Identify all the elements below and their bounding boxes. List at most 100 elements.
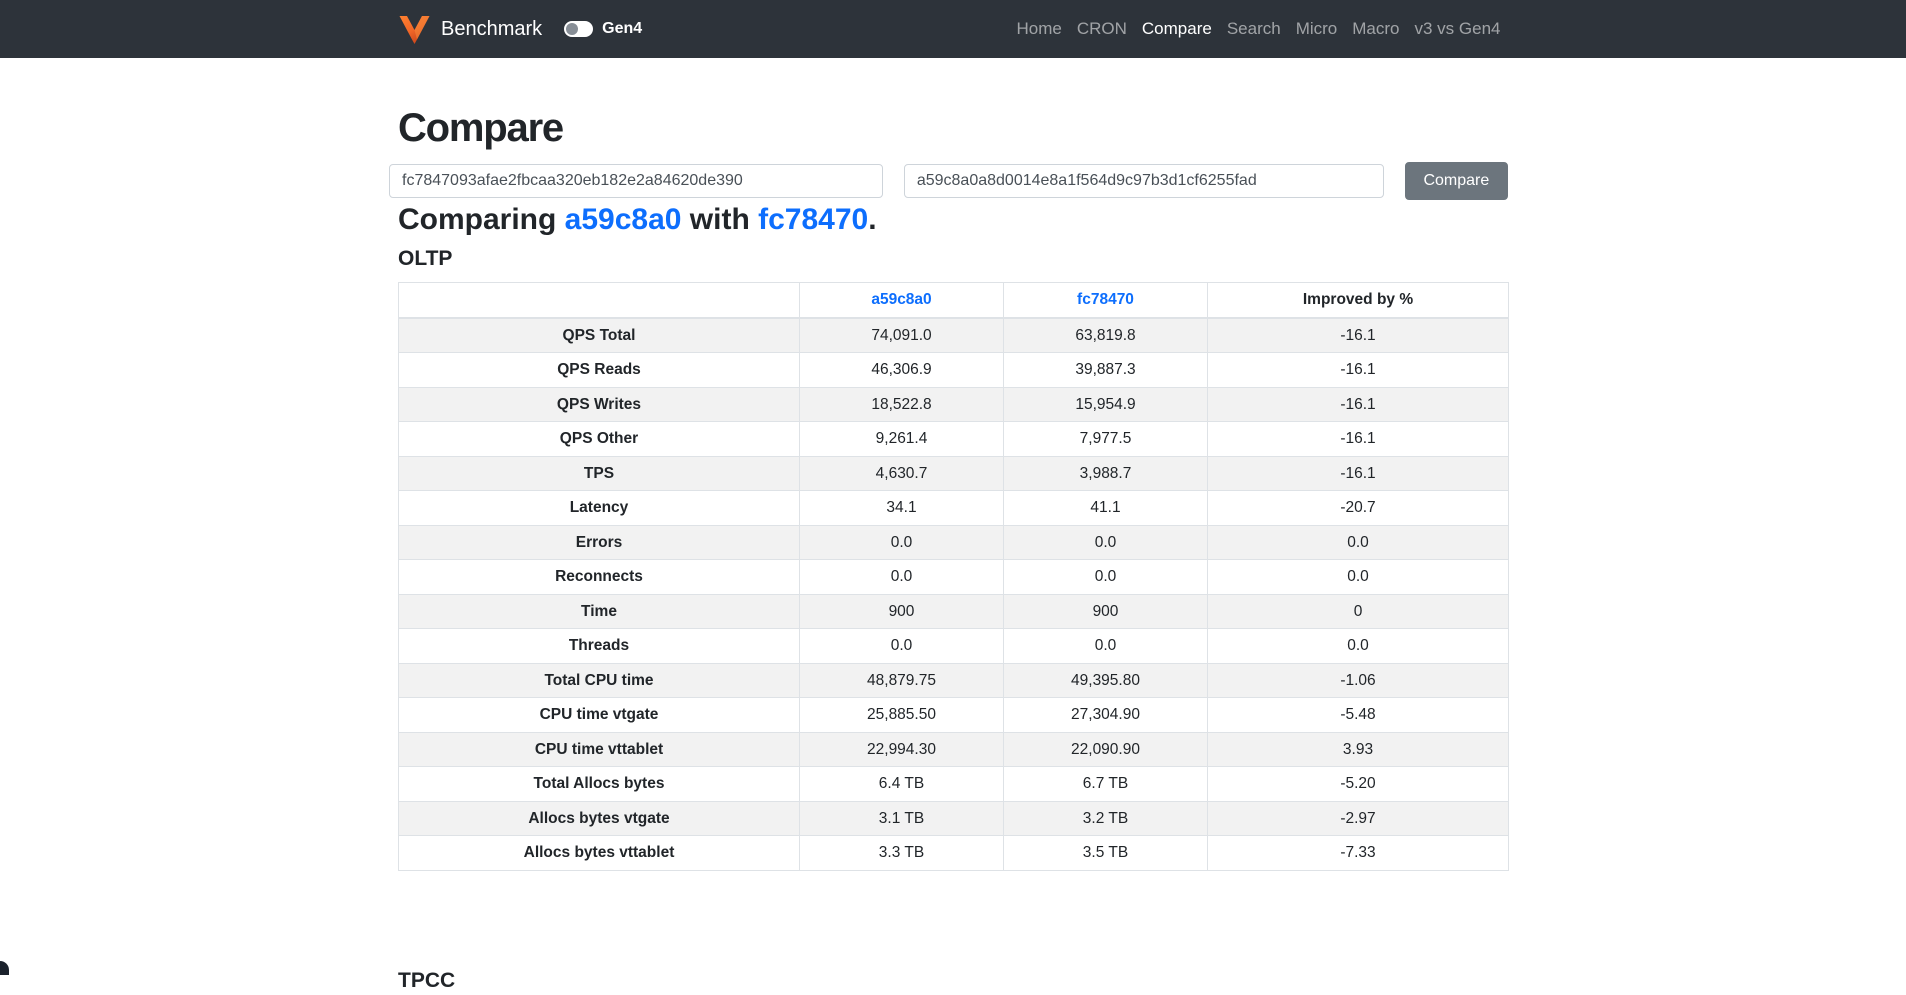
table-row: CPU time vttablet22,994.3022,090.903.93	[399, 732, 1509, 767]
table-row: QPS Writes18,522.815,954.9-16.1	[399, 387, 1509, 422]
nav-link-search[interactable]: Search	[1219, 19, 1288, 39]
right-commit-input[interactable]	[904, 164, 1384, 198]
value-cell: 7,977.5	[1004, 422, 1208, 457]
compare-button[interactable]: Compare	[1405, 162, 1508, 200]
metric-cell: Reconnects	[399, 560, 800, 595]
nav-link-home[interactable]: Home	[1009, 19, 1069, 39]
value-cell: 0.0	[800, 525, 1004, 560]
value-cell: 34.1	[800, 491, 1004, 526]
metric-cell: QPS Writes	[399, 387, 800, 422]
value-cell: 22,090.90	[1004, 732, 1208, 767]
table-row: Threads0.00.00.0	[399, 629, 1509, 664]
value-cell: -1.06	[1208, 663, 1509, 698]
value-cell: 39,887.3	[1004, 353, 1208, 388]
value-cell: 900	[800, 594, 1004, 629]
value-cell: 22,994.30	[800, 732, 1004, 767]
nav-link-cron[interactable]: CRON	[1069, 19, 1134, 39]
table-row: QPS Reads46,306.939,887.3-16.1	[399, 353, 1509, 388]
value-cell: -16.1	[1208, 422, 1509, 457]
value-cell: 0.0	[1004, 525, 1208, 560]
left-commit-link[interactable]: a59c8a0	[565, 203, 682, 236]
brand-label: Benchmark	[441, 18, 542, 41]
page-title: Compare	[398, 104, 1508, 152]
value-cell: 3.1 TB	[800, 801, 1004, 836]
comparing-middle: with	[681, 203, 758, 236]
value-cell: 0.0	[1208, 560, 1509, 595]
right-commit-link[interactable]: fc78470	[758, 203, 868, 236]
comparing-heading: Comparing a59c8a0 with fc78470.	[398, 202, 1508, 238]
comparing-suffix: .	[868, 203, 876, 236]
value-cell: 0.0	[1208, 525, 1509, 560]
gen4-toggle-group: Gen4	[564, 20, 642, 38]
value-cell: 46,306.9	[800, 353, 1004, 388]
value-cell: 25,885.50	[800, 698, 1004, 733]
value-cell: 49,395.80	[1004, 663, 1208, 698]
brand-link[interactable]: Benchmark	[398, 13, 542, 45]
value-cell: 0.0	[800, 629, 1004, 664]
improved-header: Improved by %	[1208, 283, 1509, 318]
value-cell: 48,879.75	[800, 663, 1004, 698]
value-cell: 0.0	[1208, 629, 1509, 664]
table-row: TPS4,630.73,988.7-16.1	[399, 456, 1509, 491]
table-row: QPS Other9,261.47,977.5-16.1	[399, 422, 1509, 457]
value-cell: 3.2 TB	[1004, 801, 1208, 836]
table-row: CPU time vtgate25,885.5027,304.90-5.48	[399, 698, 1509, 733]
navbar: Benchmark Gen4 HomeCRONCompareSearchMicr…	[0, 0, 1906, 58]
metric-cell: Total CPU time	[399, 663, 800, 698]
table-row: Time9009000	[399, 594, 1509, 629]
value-cell: -20.7	[1208, 491, 1509, 526]
table-row: Allocs bytes vttablet3.3 TB3.5 TB-7.33	[399, 836, 1509, 871]
left-commit-header[interactable]: a59c8a0	[800, 283, 1004, 318]
metric-cell: CPU time vtgate	[399, 698, 800, 733]
gen4-toggle[interactable]	[564, 21, 593, 37]
left-commit-input[interactable]	[389, 164, 883, 198]
metric-header	[399, 283, 800, 318]
value-cell: 0.0	[800, 560, 1004, 595]
metric-cell: QPS Other	[399, 422, 800, 457]
toggle-knob	[566, 23, 578, 35]
table-row: Latency34.141.1-20.7	[399, 491, 1509, 526]
value-cell: -5.48	[1208, 698, 1509, 733]
value-cell: 74,091.0	[800, 318, 1004, 353]
table-row: Allocs bytes vtgate3.1 TB3.2 TB-2.97	[399, 801, 1509, 836]
nav-link-v3-vs-gen4[interactable]: v3 vs Gen4	[1407, 19, 1508, 39]
value-cell: 4,630.7	[800, 456, 1004, 491]
metric-cell: QPS Reads	[399, 353, 800, 388]
metric-cell: Errors	[399, 525, 800, 560]
value-cell: -16.1	[1208, 387, 1509, 422]
value-cell: -16.1	[1208, 318, 1509, 353]
value-cell: 15,954.9	[1004, 387, 1208, 422]
value-cell: 0	[1208, 594, 1509, 629]
value-cell: 3.3 TB	[800, 836, 1004, 871]
gen4-toggle-label: Gen4	[602, 20, 642, 38]
value-cell: 900	[1004, 594, 1208, 629]
value-cell: -16.1	[1208, 353, 1509, 388]
vitess-logo-icon	[398, 13, 431, 45]
metric-cell: Latency	[399, 491, 800, 526]
tpcc-section-title: TPCC	[398, 967, 1508, 995]
table-row: Errors0.00.00.0	[399, 525, 1509, 560]
value-cell: 0.0	[1004, 629, 1208, 664]
oltp-table-body: QPS Total74,091.063,819.8-16.1QPS Reads4…	[399, 318, 1509, 871]
value-cell: 9,261.4	[800, 422, 1004, 457]
value-cell: 27,304.90	[1004, 698, 1208, 733]
nav-links: HomeCRONCompareSearchMicroMacrov3 vs Gen…	[1009, 19, 1508, 39]
value-cell: 3,988.7	[1004, 456, 1208, 491]
metric-cell: Threads	[399, 629, 800, 664]
nav-link-compare[interactable]: Compare	[1134, 19, 1219, 39]
nav-link-micro[interactable]: Micro	[1288, 19, 1345, 39]
value-cell: -5.20	[1208, 767, 1509, 802]
table-header-row: a59c8a0 fc78470 Improved by %	[399, 283, 1509, 318]
value-cell: 0.0	[1004, 560, 1208, 595]
value-cell: -7.33	[1208, 836, 1509, 871]
value-cell: 6.4 TB	[800, 767, 1004, 802]
metric-cell: TPS	[399, 456, 800, 491]
metric-cell: Time	[399, 594, 800, 629]
nav-link-macro[interactable]: Macro	[1345, 19, 1407, 39]
value-cell: 3.5 TB	[1004, 836, 1208, 871]
value-cell: -16.1	[1208, 456, 1509, 491]
oltp-table: a59c8a0 fc78470 Improved by % QPS Total7…	[398, 282, 1509, 871]
metric-cell: CPU time vttablet	[399, 732, 800, 767]
metric-cell: Allocs bytes vtgate	[399, 801, 800, 836]
right-commit-header[interactable]: fc78470	[1004, 283, 1208, 318]
